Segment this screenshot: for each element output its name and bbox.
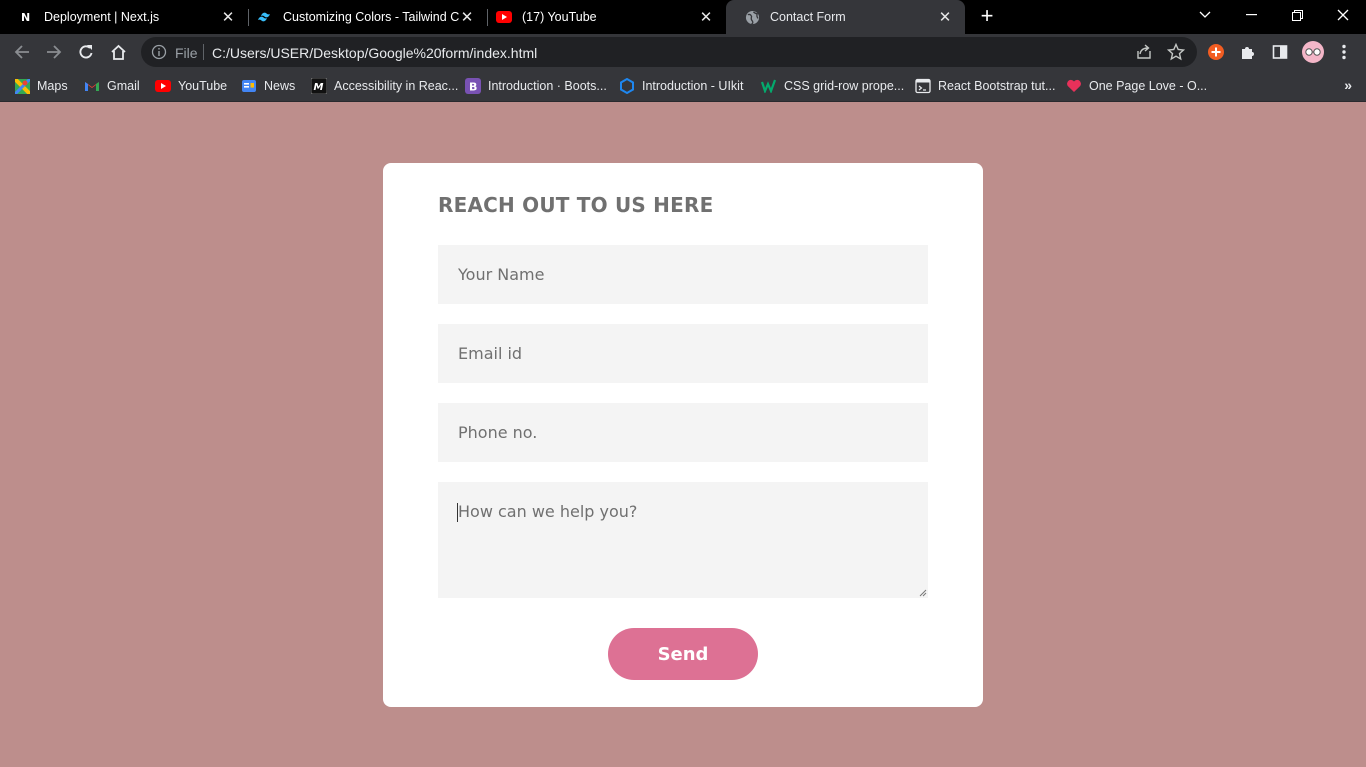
share-icon[interactable] — [1135, 43, 1153, 66]
reload-button[interactable] — [74, 40, 98, 64]
globe-icon — [744, 9, 760, 25]
bookmark-label: Gmail — [107, 79, 140, 93]
minimize-icon — [1245, 14, 1257, 16]
scheme-label: File — [175, 45, 198, 61]
close-icon — [1337, 9, 1349, 21]
bookmark-gmail[interactable]: Gmail — [84, 70, 140, 102]
bookmark-label: Introduction · Boots... — [488, 79, 607, 93]
phone-placeholder: Phone no. — [458, 423, 538, 442]
address-divider — [203, 44, 204, 60]
close-icon[interactable]: ✕ — [459, 8, 475, 26]
close-window-button[interactable] — [1320, 0, 1366, 30]
url-text[interactable]: C:/Users/USER/Desktop/Google%20form/inde… — [212, 45, 537, 61]
home-button[interactable] — [106, 40, 130, 64]
bookmarks-bar: Maps Gmail YouTube News M Accessibility … — [0, 70, 1366, 102]
tab-strip: N Deployment | Next.js ✕ Customizing Col… — [0, 0, 1366, 34]
name-input[interactable]: Your Name — [438, 245, 928, 304]
bookmark-news[interactable]: News — [241, 70, 295, 102]
heart-icon — [1066, 78, 1082, 94]
uikit-icon — [619, 78, 635, 94]
terminal-icon — [915, 78, 931, 94]
form-heading: REACH OUT TO US HERE — [438, 193, 714, 217]
bookmark-label: Introduction - UIkit — [642, 79, 744, 93]
tab-title: Deployment | Next.js — [44, 10, 160, 24]
arrow-left-icon — [14, 45, 29, 59]
bootstrap-icon: B — [465, 78, 481, 94]
menu-icon[interactable] — [1334, 42, 1354, 62]
bookmarks-overflow-icon[interactable]: » — [1344, 77, 1352, 93]
restore-button[interactable] — [1274, 0, 1320, 30]
news-icon — [241, 78, 257, 94]
tab-tailwind[interactable]: Customizing Colors - Tailwind CSS ✕ — [239, 0, 487, 34]
minimize-button[interactable] — [1228, 0, 1274, 30]
bookmark-accessibility[interactable]: M Accessibility in Reac... — [311, 70, 458, 102]
bookmark-label: News — [264, 79, 296, 93]
back-button[interactable] — [10, 40, 34, 64]
bookmark-label: Maps — [37, 79, 68, 93]
tab-youtube[interactable]: (17) YouTube ✕ — [478, 0, 726, 34]
side-panel-icon[interactable] — [1270, 42, 1290, 62]
tab-title: Customizing Colors - Tailwind CSS — [283, 10, 459, 24]
bookmark-bootstrap[interactable]: B Introduction · Boots... — [465, 70, 607, 102]
tailwind-icon — [257, 9, 273, 25]
message-placeholder: How can we help you? — [458, 502, 638, 521]
close-icon[interactable]: ✕ — [220, 8, 236, 26]
contact-form-card: REACH OUT TO US HERE Your Name Email id … — [383, 163, 983, 707]
resize-handle-icon[interactable] — [918, 588, 927, 597]
bookmark-one-page-love[interactable]: One Page Love - O... — [1066, 70, 1207, 102]
address-bar[interactable]: File C:/Users/USER/Desktop/Google%20form… — [141, 37, 1197, 67]
new-tab-button[interactable]: + — [976, 5, 998, 29]
forward-button[interactable] — [42, 40, 66, 64]
bookmark-css-grid[interactable]: CSS grid-row prope... — [761, 70, 904, 102]
close-icon[interactable]: ✕ — [937, 8, 953, 26]
extension-add-icon[interactable] — [1206, 42, 1226, 62]
chevron-down-icon — [1199, 11, 1211, 18]
email-input[interactable]: Email id — [438, 324, 928, 383]
phone-input[interactable]: Phone no. — [438, 403, 928, 462]
star-icon[interactable] — [1166, 42, 1186, 66]
bookmark-label: YouTube — [178, 79, 228, 93]
reload-icon — [79, 45, 93, 59]
tab-contact-form[interactable]: Contact Form ✕ — [726, 0, 965, 34]
email-placeholder: Email id — [458, 344, 523, 363]
gmail-icon — [84, 78, 100, 94]
tab-nextjs[interactable]: N Deployment | Next.js ✕ — [0, 0, 248, 34]
message-textarea[interactable]: How can we help you? — [438, 482, 928, 598]
bookmark-uikit[interactable]: Introduction - UIkit — [619, 70, 743, 102]
close-icon[interactable]: ✕ — [698, 8, 714, 26]
tab-title: Contact Form — [770, 10, 846, 24]
bookmark-label: React Bootstrap tut... — [938, 79, 1056, 93]
bookmark-label: Accessibility in Reac... — [334, 79, 459, 93]
w3schools-icon — [761, 78, 777, 94]
arrow-right-icon — [47, 45, 62, 59]
puzzle-icon[interactable] — [1238, 42, 1258, 62]
medium-icon: M — [311, 78, 327, 94]
bookmark-react-bootstrap[interactable]: React Bootstrap tut... — [915, 70, 1055, 102]
restore-icon — [1291, 9, 1303, 21]
youtube-icon — [496, 9, 512, 25]
maps-icon — [14, 78, 30, 94]
svg-text:N: N — [21, 11, 30, 24]
home-icon — [110, 44, 126, 60]
browser-toolbar: File C:/Users/USER/Desktop/Google%20form… — [0, 34, 1366, 70]
svg-text:B: B — [469, 81, 477, 94]
name-placeholder: Your Name — [458, 265, 545, 284]
youtube-icon — [155, 78, 171, 94]
tab-title: (17) YouTube — [522, 10, 597, 24]
info-icon[interactable] — [151, 44, 167, 65]
svg-text:M: M — [314, 82, 324, 93]
nextjs-icon: N — [18, 9, 34, 25]
send-button[interactable]: Send — [608, 628, 758, 680]
bookmark-label: One Page Love - O... — [1089, 79, 1208, 93]
bookmark-youtube[interactable]: YouTube — [155, 70, 227, 102]
tab-search-button[interactable] — [1182, 0, 1228, 30]
bookmark-label: CSS grid-row prope... — [784, 79, 905, 93]
text-caret — [457, 503, 458, 522]
bookmark-maps[interactable]: Maps — [14, 70, 68, 102]
avatar[interactable] — [1301, 40, 1325, 64]
